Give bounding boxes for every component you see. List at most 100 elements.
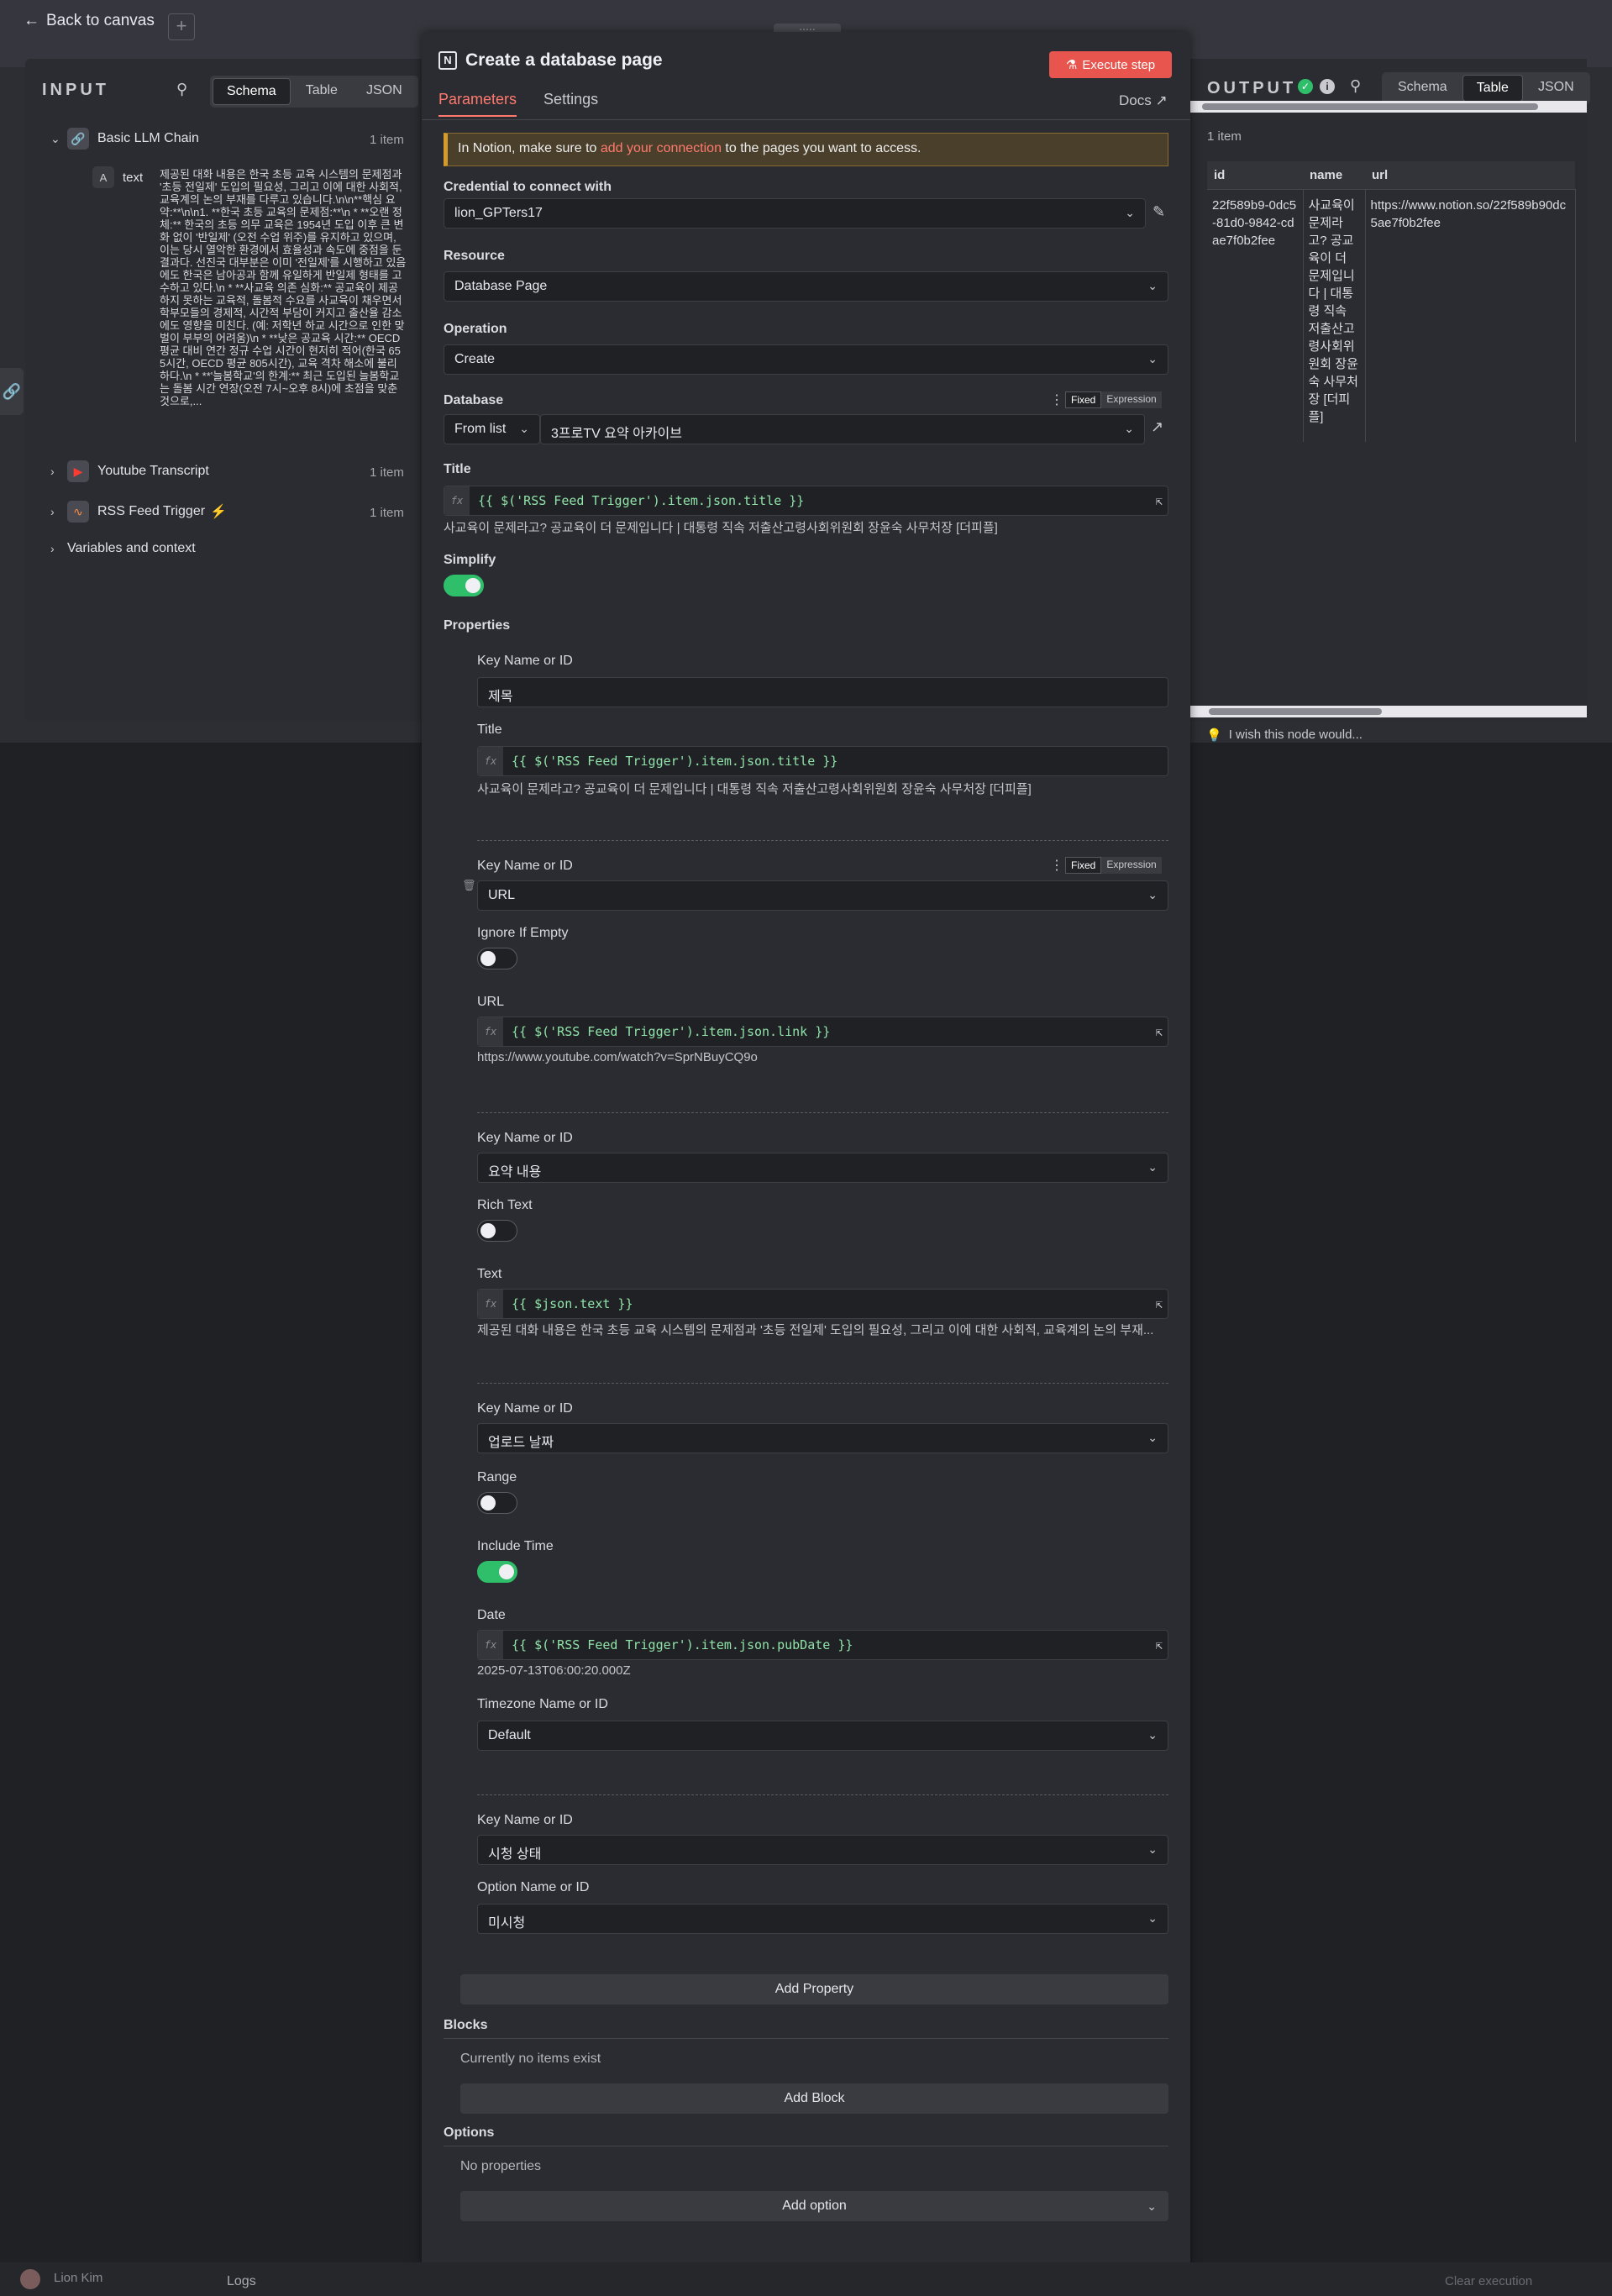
property-date-expression[interactable]: fx {{ $('RSS Feed Trigger').item.json.pu… bbox=[477, 1630, 1168, 1660]
tree-node-rss-feed-trigger[interactable]: › ∿ RSS Feed Trigger ⚡ bbox=[50, 501, 227, 523]
option-select[interactable]: 미시청 ⌄ bbox=[477, 1904, 1168, 1934]
fx-icon: fx bbox=[478, 1017, 503, 1046]
add-node-button[interactable]: + bbox=[168, 13, 195, 40]
credential-label: Credential to connect with bbox=[444, 180, 612, 194]
expand-icon[interactable]: ⇱ bbox=[1156, 1026, 1163, 1039]
column-header-name: name bbox=[1303, 161, 1365, 190]
blocks-empty-text: Currently no items exist bbox=[460, 2052, 601, 2066]
simplify-toggle[interactable] bbox=[444, 575, 484, 596]
add-block-button[interactable]: Add Block bbox=[460, 2083, 1168, 2114]
logs-tab[interactable]: Logs bbox=[227, 2274, 256, 2289]
table-row: 22f589b9-0dc5-81d0-9842-cdae7f0b2fee 사교육… bbox=[1207, 189, 1576, 442]
feedback-link[interactable]: 💡 I wish this node would... bbox=[1206, 728, 1363, 743]
rich-text-toggle[interactable] bbox=[477, 1220, 517, 1242]
fx-icon: fx bbox=[444, 486, 470, 515]
column-header-url: url bbox=[1365, 161, 1575, 190]
output-title: OUTPUT bbox=[1207, 79, 1297, 97]
chevron-down-icon: ⌄ bbox=[1125, 206, 1135, 219]
property-key-select[interactable]: 요약 내용 ⌄ bbox=[477, 1153, 1168, 1183]
output-item-count: 1 item bbox=[1207, 129, 1242, 144]
info-icon[interactable]: i bbox=[1320, 79, 1335, 94]
expression-option[interactable]: Expression bbox=[1101, 857, 1162, 874]
range-label: Range bbox=[477, 1470, 517, 1484]
edit-pencil-icon[interactable]: ✎ bbox=[1153, 203, 1165, 221]
property-url-preview: https://www.youtube.com/watch?v=SprNBuyC… bbox=[477, 1050, 758, 1064]
operation-select[interactable]: Create ⌄ bbox=[444, 344, 1168, 375]
property-key-select[interactable]: URL ⌄ bbox=[477, 880, 1168, 911]
property-title-preview: 사교육이 문제라고? 공교육이 더 문제입니다 | 대통령 직속 저출산고령사회… bbox=[477, 782, 1032, 796]
database-select[interactable]: 3프로TV 요약 아카이브 ⌄ bbox=[540, 414, 1145, 444]
youtube-icon: ▶ bbox=[67, 460, 89, 482]
tab-schema[interactable]: Schema bbox=[213, 78, 291, 105]
property-url-label: URL bbox=[477, 995, 505, 1009]
tab-table[interactable]: Table bbox=[292, 78, 351, 105]
fixed-expression-toggle: Fixed Expression bbox=[1065, 857, 1162, 874]
toggle-knob bbox=[480, 951, 496, 966]
tab-table[interactable]: Table bbox=[1462, 75, 1523, 102]
tab-schema[interactable]: Schema bbox=[1384, 75, 1461, 102]
docs-link[interactable]: Docs ↗ bbox=[1119, 92, 1168, 109]
tab-parameters[interactable]: Parameters bbox=[438, 91, 517, 117]
property-title-label: Title bbox=[477, 722, 502, 737]
credential-select[interactable]: lion_GPTers17 ⌄ bbox=[444, 198, 1146, 229]
field-row-text[interactable]: A text bbox=[92, 166, 143, 188]
output-scrollbar-top[interactable] bbox=[1190, 101, 1587, 113]
more-options-icon[interactable]: ⋮ bbox=[1050, 391, 1063, 408]
scrollbar-thumb[interactable] bbox=[1209, 708, 1382, 715]
tab-json[interactable]: JSON bbox=[353, 78, 416, 105]
fixed-option[interactable]: Fixed bbox=[1065, 391, 1102, 408]
tree-node-variables[interactable]: › Variables and context bbox=[50, 541, 196, 556]
clear-execution-button[interactable]: Clear execution bbox=[1445, 2274, 1532, 2288]
link-icon[interactable]: 🔗 bbox=[0, 368, 24, 415]
fixed-option[interactable]: Fixed bbox=[1065, 857, 1102, 874]
more-options-icon[interactable]: ⋮ bbox=[1050, 857, 1063, 874]
cell-url: https://www.notion.so/22f589b90dc5ae7f0b… bbox=[1365, 189, 1576, 442]
search-icon[interactable]: ⚲ bbox=[1350, 77, 1361, 95]
chevron-right-icon: › bbox=[50, 542, 55, 555]
property-text-expression[interactable]: fx {{ $json.text }} ⇱ bbox=[477, 1289, 1168, 1319]
property-key-input[interactable]: 제목 bbox=[477, 677, 1168, 707]
property-key-select[interactable]: 시청 상태 ⌄ bbox=[477, 1835, 1168, 1865]
avatar[interactable] bbox=[20, 2269, 40, 2289]
divider bbox=[422, 119, 1190, 120]
properties-label: Properties bbox=[444, 618, 511, 633]
input-panel: INPUT ⚲ Schema Table JSON ⌄ 🔗 Basic LLM … bbox=[25, 59, 424, 721]
trash-icon[interactable]: 🗑 bbox=[462, 879, 476, 892]
tab-settings[interactable]: Settings bbox=[543, 91, 598, 117]
timezone-select[interactable]: Default ⌄ bbox=[477, 1721, 1168, 1751]
chevron-right-icon: › bbox=[50, 465, 55, 478]
simplify-label: Simplify bbox=[444, 553, 496, 567]
expression-option[interactable]: Expression bbox=[1101, 391, 1162, 408]
tree-node-basic-llm-chain[interactable]: ⌄ 🔗 Basic LLM Chain bbox=[50, 128, 199, 150]
cell-name: 사교육이 문제라고? 공교육이 더 문제입니다 | 대통령 직속 저출산고령사회… bbox=[1303, 189, 1366, 442]
add-property-button[interactable]: Add Property bbox=[460, 1974, 1168, 2004]
expand-icon[interactable]: ⇱ bbox=[1156, 1298, 1163, 1311]
property-url-expression[interactable]: fx {{ $('RSS Feed Trigger').item.json.li… bbox=[477, 1017, 1168, 1047]
resource-select[interactable]: Database Page ⌄ bbox=[444, 271, 1168, 302]
output-scrollbar-bottom[interactable] bbox=[1190, 706, 1587, 717]
scrollbar-thumb[interactable] bbox=[1202, 103, 1538, 110]
range-toggle[interactable] bbox=[477, 1492, 517, 1514]
tab-json[interactable]: JSON bbox=[1525, 75, 1588, 102]
include-time-toggle[interactable] bbox=[477, 1561, 517, 1583]
item-count: 1 item bbox=[370, 133, 404, 147]
ignore-empty-toggle[interactable] bbox=[477, 948, 517, 969]
timezone-label: Timezone Name or ID bbox=[477, 1697, 608, 1711]
database-mode-select[interactable]: From list ⌄ bbox=[444, 414, 540, 444]
operation-label: Operation bbox=[444, 322, 507, 336]
fx-icon: fx bbox=[478, 747, 503, 775]
back-to-canvas-link[interactable]: ← Back to canvas bbox=[24, 12, 155, 30]
tree-node-youtube-transcript[interactable]: › ▶ Youtube Transcript bbox=[50, 460, 209, 482]
blocks-label: Blocks bbox=[444, 2018, 488, 2032]
title-expression-input[interactable]: fx {{ $('RSS Feed Trigger').item.json.ti… bbox=[444, 486, 1168, 516]
open-external-icon[interactable]: ↗ bbox=[1151, 418, 1163, 436]
property-key-select[interactable]: 업로드 날짜 ⌄ bbox=[477, 1423, 1168, 1453]
add-connection-link[interactable]: add your connection bbox=[601, 141, 722, 155]
expand-icon[interactable]: ⇱ bbox=[1156, 1639, 1163, 1652]
add-option-select[interactable]: Add option ⌄ bbox=[460, 2191, 1168, 2221]
resource-label: Resource bbox=[444, 249, 505, 263]
property-title-expression[interactable]: fx {{ $('RSS Feed Trigger').item.json.ti… bbox=[477, 746, 1168, 776]
expand-icon[interactable]: ⇱ bbox=[1156, 495, 1163, 508]
search-icon[interactable]: ⚲ bbox=[176, 81, 187, 98]
execute-step-button[interactable]: ⚗ Execute step bbox=[1049, 51, 1172, 78]
